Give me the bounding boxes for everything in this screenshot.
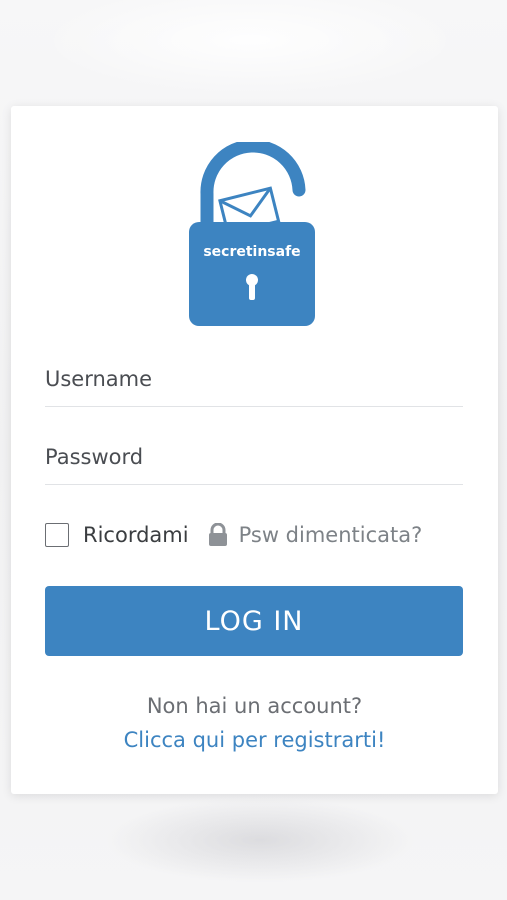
logo-brand-text: secretinsafe (203, 244, 300, 260)
login-button[interactable]: LOG IN (45, 586, 463, 656)
password-input[interactable] (45, 440, 463, 485)
secretinsafe-logo-icon: secretinsafe (189, 142, 315, 326)
lock-icon (208, 523, 227, 546)
remember-checkbox[interactable] (45, 523, 69, 547)
username-input[interactable] (45, 362, 463, 407)
register-link[interactable]: Clicca qui per registrarti! (11, 728, 498, 752)
no-account-text: Non hai un account? (146, 694, 363, 718)
forgot-password-link[interactable]: Psw dimenticata? (239, 523, 423, 547)
login-card: secretinsafe Ricordami Psw dimenticata? … (11, 106, 498, 794)
remember-row: Ricordami Psw dimenticata? (45, 520, 465, 550)
remember-label[interactable]: Ricordami (83, 523, 189, 547)
